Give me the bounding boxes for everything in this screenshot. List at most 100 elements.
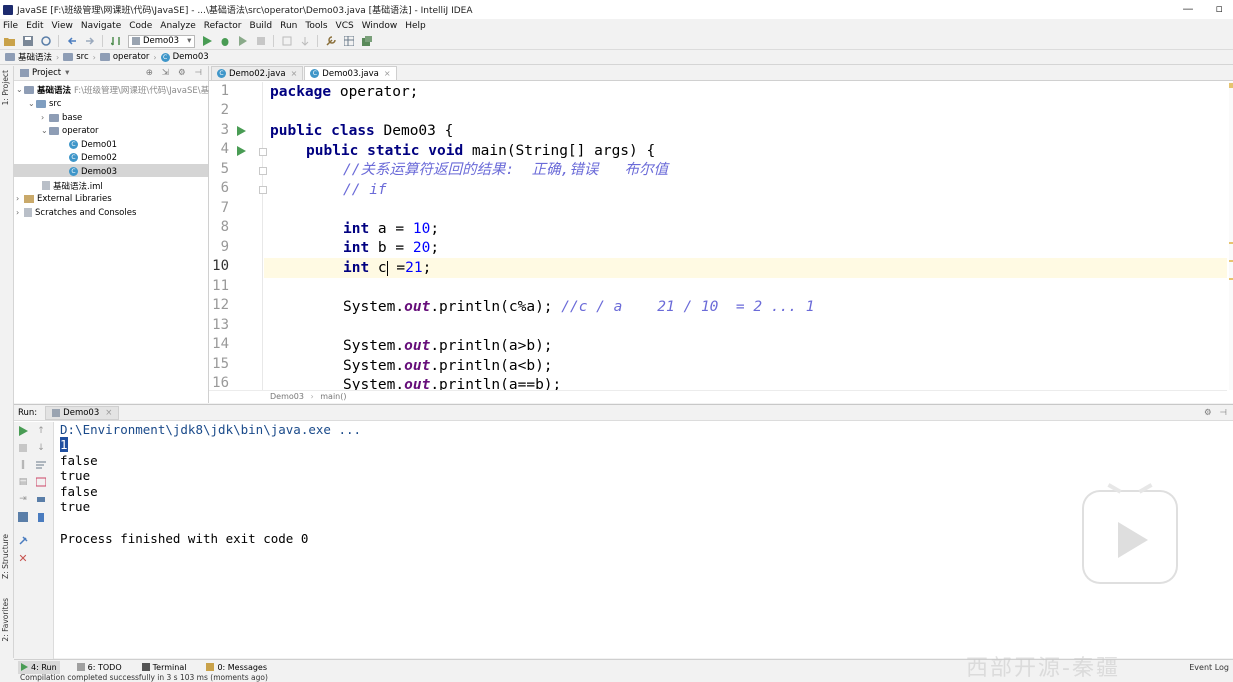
scroll-down-icon[interactable]: ↓: [36, 443, 46, 453]
tool-tab-label: 6: TODO: [87, 662, 122, 672]
vcs-commit-icon[interactable]: [299, 36, 310, 47]
tool-tab-run[interactable]: 4: Run: [18, 660, 60, 674]
sync-icon[interactable]: [40, 36, 51, 47]
menu-analyze[interactable]: Analyze: [160, 21, 195, 31]
tree-item-demo02[interactable]: C Demo02: [69, 151, 117, 164]
menu-run[interactable]: Run: [280, 21, 297, 31]
code-area[interactable]: package operator; public class Demo03 { …: [264, 82, 1227, 390]
stop-icon[interactable]: [18, 443, 28, 453]
print-icon[interactable]: [36, 494, 46, 504]
tree-item-operator[interactable]: ⌄ operator: [41, 124, 99, 137]
event-log-button[interactable]: Event Log: [1189, 663, 1229, 672]
error-stripe[interactable]: [1229, 82, 1233, 390]
line-number: 15: [212, 356, 229, 372]
minimize-button[interactable]: —: [1183, 2, 1194, 15]
editor-gutter[interactable]: 1 2 3 4 5 6 7 8 9 10 11 12 13 14 15 16: [209, 82, 267, 391]
build-icon[interactable]: [110, 36, 121, 47]
tool-tab-todo[interactable]: 6: TODO: [74, 661, 125, 674]
open-folder-icon[interactable]: [4, 36, 15, 47]
back-arrow-icon[interactable]: [66, 36, 77, 47]
scratches-icon: [24, 208, 32, 217]
collapse-icon[interactable]: ⇲: [162, 68, 169, 78]
maximize-button[interactable]: ▫: [1216, 2, 1223, 15]
tool-tab-terminal[interactable]: Terminal: [139, 661, 190, 674]
clear-all-icon[interactable]: [36, 512, 46, 522]
tool-tab-messages[interactable]: 0: Messages: [203, 661, 270, 674]
run-icon[interactable]: [201, 36, 212, 47]
stripe-marker[interactable]: [1229, 242, 1233, 244]
scroll-up-icon[interactable]: ↑: [36, 426, 46, 436]
run-configuration-select[interactable]: Demo03 ▾: [128, 34, 196, 48]
breadcrumb-demo03[interactable]: C Demo03: [160, 52, 209, 62]
project-view-select[interactable]: Project: [32, 68, 61, 78]
menu-vcs[interactable]: VCS: [336, 21, 354, 31]
gear-icon[interactable]: ⚙: [178, 68, 186, 78]
editor-breadcrumb-class[interactable]: Demo03: [270, 392, 304, 401]
gear-icon[interactable]: ⚙: [1204, 408, 1212, 418]
tree-item-src[interactable]: ⌄ src: [28, 97, 61, 110]
menu-build[interactable]: Build: [250, 21, 273, 31]
dump-threads-icon[interactable]: ▤: [18, 477, 28, 487]
close-icon[interactable]: ×: [384, 69, 391, 78]
close-icon[interactable]: ×: [291, 69, 298, 78]
close-icon[interactable]: ✕: [18, 552, 28, 565]
tab-demo02-java[interactable]: C Demo02.java ×: [211, 66, 304, 80]
coverage-icon[interactable]: [237, 36, 248, 47]
breadcrumb-operator[interactable]: operator: [99, 52, 149, 62]
menu-code[interactable]: Code: [129, 21, 152, 31]
vcs-update-icon[interactable]: [281, 36, 292, 47]
locate-icon[interactable]: ⊕: [146, 68, 153, 78]
tree-item-external-libraries[interactable]: › External Libraries: [16, 192, 112, 205]
breadcrumb-src[interactable]: src: [63, 52, 89, 62]
pause-icon[interactable]: ‖: [18, 460, 28, 470]
line-number: 13: [212, 317, 229, 333]
tree-item-scratches[interactable]: › Scratches and Consoles: [16, 206, 136, 219]
tab-demo03-java[interactable]: C Demo03.java ×: [304, 66, 397, 80]
hide-icon[interactable]: ⊣: [195, 68, 202, 78]
run-tab-demo03[interactable]: Demo03 ×: [45, 405, 120, 420]
run-main-gutter-icon[interactable]: [237, 146, 246, 156]
console-output[interactable]: D:\Environment\jdk8\jdk\bin\java.exe ...…: [60, 422, 1220, 659]
menu-help[interactable]: Help: [405, 21, 426, 31]
tab-project[interactable]: 1: Project: [1, 70, 10, 105]
stripe-marker[interactable]: [1229, 278, 1233, 280]
exit-icon[interactable]: ⇥: [18, 494, 28, 504]
sdk-icon[interactable]: [361, 36, 372, 47]
project-structure-icon[interactable]: [343, 36, 354, 47]
editor-breadcrumb-method[interactable]: main(): [320, 392, 346, 401]
menu-tools[interactable]: Tools: [305, 21, 327, 31]
forward-arrow-icon[interactable]: [84, 36, 95, 47]
tab-structure[interactable]: Z: Structure: [1, 534, 10, 579]
menu-edit[interactable]: Edit: [26, 21, 43, 31]
menu-refactor[interactable]: Refactor: [204, 21, 242, 31]
save-all-icon[interactable]: [22, 36, 33, 47]
breadcrumb-project[interactable]: 基础语法: [5, 51, 52, 63]
warning-indicator-icon[interactable]: [1229, 83, 1233, 88]
tree-item-root[interactable]: ⌄ 基础语法 F:\班级管理\网课班\代码\JavaSE\基础语: [16, 83, 226, 96]
hide-icon[interactable]: ⊣: [1220, 408, 1227, 418]
pin-icon[interactable]: [18, 536, 28, 546]
scroll-to-end-icon[interactable]: [36, 477, 46, 487]
menu-view[interactable]: View: [52, 21, 73, 31]
settings-wrench-icon[interactable]: [325, 36, 336, 47]
tab-favorites[interactable]: 2: Favorites: [1, 598, 10, 642]
run-panel-label: Run:: [18, 407, 38, 418]
tree-item-demo03[interactable]: C Demo03: [69, 165, 117, 178]
toolbar-divider: [273, 35, 275, 47]
project-header-tools: ⊕ ⇲ ⚙ ⊣: [146, 68, 202, 78]
rerun-icon[interactable]: [18, 426, 28, 436]
menu-window[interactable]: Window: [362, 21, 398, 31]
menu-file[interactable]: File: [3, 21, 18, 31]
tree-item-base[interactable]: › base: [41, 111, 82, 124]
run-class-gutter-icon[interactable]: [237, 126, 246, 136]
menu-navigate[interactable]: Navigate: [81, 21, 121, 31]
tree-item-demo01[interactable]: C Demo01: [69, 138, 117, 151]
layout-icon[interactable]: [18, 512, 28, 522]
tree-item-iml[interactable]: 基础语法.iml: [42, 179, 103, 192]
close-icon[interactable]: ×: [105, 408, 112, 418]
chevron-down-icon[interactable]: ▾: [65, 68, 69, 78]
stop-icon[interactable]: [255, 36, 266, 47]
soft-wrap-icon[interactable]: [36, 460, 46, 470]
stripe-marker[interactable]: [1229, 260, 1233, 262]
debug-icon[interactable]: [219, 36, 230, 47]
